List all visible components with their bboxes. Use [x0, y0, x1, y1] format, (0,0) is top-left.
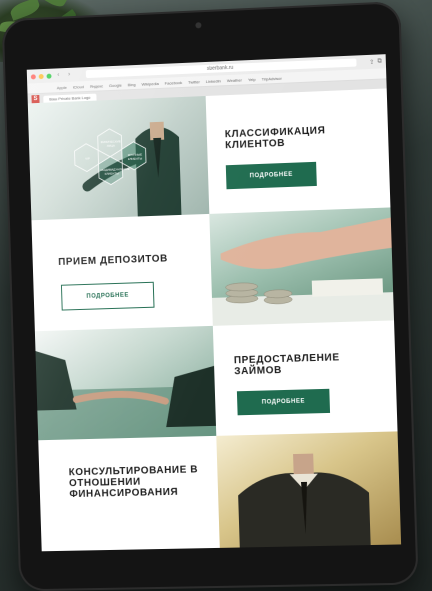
close-window-icon[interactable]	[30, 73, 36, 79]
coins-hand-image	[209, 207, 395, 326]
bookmark-item[interactable]: Google	[109, 82, 122, 88]
businessman-hexagons-image: ФИЗИЧЕСКИЕ ЛИЦА КРУПНЫЕ КЛИЕНТЫ ИНДИВИДУ…	[27, 95, 210, 221]
businessman-suit-image	[216, 431, 402, 548]
section-title: ПРЕДОСТАВЛЕНИЕ ЗАЙМОВ	[233, 352, 340, 378]
section-deposits: ПРИЕМ ДЕПОЗИТОВ ПОДРОБНЕЕ	[31, 213, 213, 332]
hex-label: VIP	[85, 156, 90, 161]
section-title: КЛАССИФИКАЦИЯ КЛИЕНТОВ	[224, 125, 326, 152]
handshake-office-image	[34, 325, 217, 441]
more-button[interactable]: ПОДРОБНЕЕ	[60, 281, 155, 311]
hex-label: КРУПНЫЕ КЛИЕНТЫ	[127, 152, 143, 162]
forward-arrow-icon[interactable]: ›	[65, 72, 73, 78]
bookmark-item[interactable]: Facebook	[165, 79, 183, 85]
section-client-classification: КЛАССИФИКАЦИЯ КЛИЕНТОВ ПОДРОБНЕЕ	[205, 88, 391, 214]
section-title: ПРИЕМ ДЕПОЗИТОВ	[58, 253, 168, 268]
more-button[interactable]: ПОДРОБНЕЕ	[236, 388, 331, 416]
tablet-device: ‹ › sberbank.ru ⇪ ⧉ Apple iCloud Яндекс …	[1, 1, 419, 591]
front-camera	[195, 22, 202, 29]
back-arrow-icon[interactable]: ‹	[54, 72, 62, 78]
bookmark-item[interactable]: Apple	[57, 84, 67, 89]
tabs-icon[interactable]: ⧉	[377, 58, 382, 65]
zoom-window-icon[interactable]	[46, 73, 52, 79]
section-loans: ПРЕДОСТАВЛЕНИЕ ЗАЙМОВ ПОДРОБНЕЕ	[212, 320, 398, 436]
bookmark-item[interactable]: Wikipedia	[141, 80, 158, 86]
more-button[interactable]: ПОДРОБНЕЕ	[225, 161, 317, 190]
page-content: ≡ ФИЗИЧЕСКИЕ ЛИЦА КРУПНЫЕ КЛИЕНТЫ	[27, 88, 402, 552]
section-financing-consulting: КОНСУЛЬТИРОВАНИЕ В ОТНОШЕНИИ ФИНАНСИРОВА…	[38, 435, 220, 552]
bookmark-item[interactable]: Bing	[128, 81, 136, 86]
tablet-screen: ‹ › sberbank.ru ⇪ ⧉ Apple iCloud Яндекс …	[26, 54, 402, 552]
share-icon[interactable]: ⇪	[369, 58, 374, 65]
hex-label: ФИЗИЧЕСКИЕ ЛИЦА	[100, 139, 121, 148]
section-title: КОНСУЛЬТИРОВАНИЕ В ОТНОШЕНИИ ФИНАНСИРОВА…	[68, 464, 199, 501]
bookmark-item[interactable]: LinkedIn	[206, 78, 221, 84]
bookmark-item[interactable]: TripAdvisor	[262, 75, 282, 81]
bookmark-item[interactable]: Weather	[227, 77, 242, 83]
bookmark-item[interactable]: Yelp	[248, 76, 256, 81]
bookmark-item[interactable]: iCloud	[73, 84, 84, 89]
bookmark-item[interactable]: Twitter	[188, 79, 200, 84]
minimize-window-icon[interactable]	[38, 73, 44, 79]
hex-label: ИНДИВИДУАЛЬНЫЕ КЛИЕНТЫ	[100, 166, 130, 176]
bookmark-item[interactable]: Яндекс	[90, 83, 103, 89]
